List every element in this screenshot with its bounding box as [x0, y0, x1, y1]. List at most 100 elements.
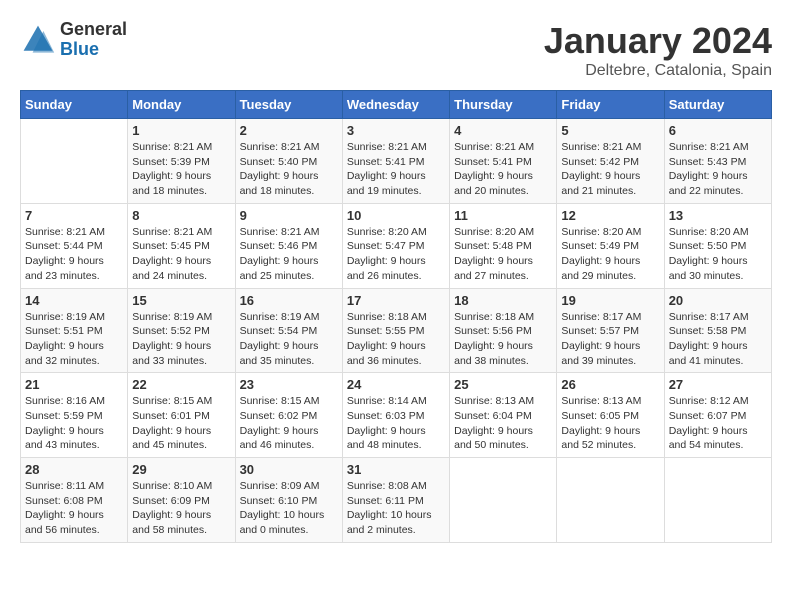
day-cell: 16 Sunrise: 8:19 AMSunset: 5:54 PMDayligh…	[235, 288, 342, 373]
day-info: Sunrise: 8:21 AMSunset: 5:39 PMDaylight:…	[132, 140, 230, 199]
day-number: 18	[454, 293, 552, 308]
day-number: 4	[454, 123, 552, 138]
day-cell	[450, 458, 557, 543]
header-row: SundayMondayTuesdayWednesdayThursdayFrid…	[21, 91, 772, 119]
day-number: 7	[25, 208, 123, 223]
day-number: 15	[132, 293, 230, 308]
day-number: 21	[25, 377, 123, 392]
day-info: Sunrise: 8:21 AMSunset: 5:44 PMDaylight:…	[25, 225, 123, 284]
header-cell-sunday: Sunday	[21, 91, 128, 119]
day-number: 22	[132, 377, 230, 392]
header-cell-tuesday: Tuesday	[235, 91, 342, 119]
day-info: Sunrise: 8:13 AMSunset: 6:04 PMDaylight:…	[454, 394, 552, 453]
week-row-4: 28 Sunrise: 8:11 AMSunset: 6:08 PMDayligh…	[21, 458, 772, 543]
day-info: Sunrise: 8:21 AMSunset: 5:42 PMDaylight:…	[561, 140, 659, 199]
day-number: 16	[240, 293, 338, 308]
day-cell: 19Sunrise: 8:17 AMSunset: 5:57 PMDayligh…	[557, 288, 664, 373]
day-cell: 1 Sunrise: 8:21 AMSunset: 5:39 PMDaylight…	[128, 119, 235, 204]
day-info: Sunrise: 8:17 AMSunset: 5:58 PMDaylight:…	[669, 310, 767, 369]
week-row-3: 21 Sunrise: 8:16 AMSunset: 5:59 PMDayligh…	[21, 373, 772, 458]
day-cell: 26 Sunrise: 8:13 AMSunset: 6:05 PMDayligh…	[557, 373, 664, 458]
day-info: Sunrise: 8:08 AMSunset: 6:11 PMDaylight:…	[347, 479, 445, 538]
day-cell: 13 Sunrise: 8:20 AMSunset: 5:50 PMDayligh…	[664, 203, 771, 288]
day-info: Sunrise: 8:21 AMSunset: 5:41 PMDaylight:…	[454, 140, 552, 199]
day-info: Sunrise: 8:17 AMSunset: 5:57 PMDaylight:…	[561, 310, 659, 369]
day-cell: 28 Sunrise: 8:11 AMSunset: 6:08 PMDayligh…	[21, 458, 128, 543]
day-info: Sunrise: 8:09 AMSunset: 6:10 PMDaylight:…	[240, 479, 338, 538]
day-number: 30	[240, 462, 338, 477]
day-cell: 6Sunrise: 8:21 AMSunset: 5:43 PMDaylight…	[664, 119, 771, 204]
day-info: Sunrise: 8:13 AMSunset: 6:05 PMDaylight:…	[561, 394, 659, 453]
day-info: Sunrise: 8:20 AMSunset: 5:48 PMDaylight:…	[454, 225, 552, 284]
day-cell: 5 Sunrise: 8:21 AMSunset: 5:42 PMDaylight…	[557, 119, 664, 204]
day-info: Sunrise: 8:19 AMSunset: 5:52 PMDaylight:…	[132, 310, 230, 369]
day-cell: 25 Sunrise: 8:13 AMSunset: 6:04 PMDayligh…	[450, 373, 557, 458]
location-title: Deltebre, Catalonia, Spain	[544, 62, 772, 80]
day-info: Sunrise: 8:18 AMSunset: 5:55 PMDaylight:…	[347, 310, 445, 369]
day-number: 12	[561, 208, 659, 223]
day-number: 3	[347, 123, 445, 138]
day-cell: 4 Sunrise: 8:21 AMSunset: 5:41 PMDaylight…	[450, 119, 557, 204]
day-number: 20	[669, 293, 767, 308]
day-cell: 11 Sunrise: 8:20 AMSunset: 5:48 PMDayligh…	[450, 203, 557, 288]
day-cell: 2Sunrise: 8:21 AMSunset: 5:40 PMDaylight…	[235, 119, 342, 204]
day-cell: 23Sunrise: 8:15 AMSunset: 6:02 PMDayligh…	[235, 373, 342, 458]
week-row-2: 14Sunrise: 8:19 AMSunset: 5:51 PMDayligh…	[21, 288, 772, 373]
day-number: 5	[561, 123, 659, 138]
day-info: Sunrise: 8:19 AMSunset: 5:51 PMDaylight:…	[25, 310, 123, 369]
day-info: Sunrise: 8:12 AMSunset: 6:07 PMDaylight:…	[669, 394, 767, 453]
day-info: Sunrise: 8:21 AMSunset: 5:40 PMDaylight:…	[240, 140, 338, 199]
day-info: Sunrise: 8:15 AMSunset: 6:02 PMDaylight:…	[240, 394, 338, 453]
day-info: Sunrise: 8:15 AMSunset: 6:01 PMDaylight:…	[132, 394, 230, 453]
header-cell-monday: Monday	[128, 91, 235, 119]
day-number: 10	[347, 208, 445, 223]
day-cell: 30 Sunrise: 8:09 AMSunset: 6:10 PMDayligh…	[235, 458, 342, 543]
day-info: Sunrise: 8:20 AMSunset: 5:47 PMDaylight:…	[347, 225, 445, 284]
day-info: Sunrise: 8:20 AMSunset: 5:50 PMDaylight:…	[669, 225, 767, 284]
day-info: Sunrise: 8:21 AMSunset: 5:41 PMDaylight:…	[347, 140, 445, 199]
header-cell-wednesday: Wednesday	[342, 91, 449, 119]
week-row-1: 7 Sunrise: 8:21 AMSunset: 5:44 PMDaylight…	[21, 203, 772, 288]
calendar-header: SundayMondayTuesdayWednesdayThursdayFrid…	[21, 91, 772, 119]
logo-text: General Blue	[60, 20, 127, 60]
day-number: 27	[669, 377, 767, 392]
day-cell: 8Sunrise: 8:21 AMSunset: 5:45 PMDaylight…	[128, 203, 235, 288]
day-number: 29	[132, 462, 230, 477]
day-cell: 29 Sunrise: 8:10 AMSunset: 6:09 PMDayligh…	[128, 458, 235, 543]
day-cell: 24Sunrise: 8:14 AMSunset: 6:03 PMDayligh…	[342, 373, 449, 458]
day-cell: 17 Sunrise: 8:18 AMSunset: 5:55 PMDayligh…	[342, 288, 449, 373]
day-number: 9	[240, 208, 338, 223]
calendar-table: SundayMondayTuesdayWednesdayThursdayFrid…	[20, 90, 772, 543]
day-info: Sunrise: 8:19 AMSunset: 5:54 PMDaylight:…	[240, 310, 338, 369]
week-row-0: 1 Sunrise: 8:21 AMSunset: 5:39 PMDaylight…	[21, 119, 772, 204]
day-number: 13	[669, 208, 767, 223]
day-cell: 9 Sunrise: 8:21 AMSunset: 5:46 PMDaylight…	[235, 203, 342, 288]
day-info: Sunrise: 8:21 AMSunset: 5:46 PMDaylight:…	[240, 225, 338, 284]
day-cell: 20 Sunrise: 8:17 AMSunset: 5:58 PMDayligh…	[664, 288, 771, 373]
day-cell	[21, 119, 128, 204]
day-number: 17	[347, 293, 445, 308]
day-number: 31	[347, 462, 445, 477]
day-cell: 18Sunrise: 8:18 AMSunset: 5:56 PMDayligh…	[450, 288, 557, 373]
day-cell: 27 Sunrise: 8:12 AMSunset: 6:07 PMDayligh…	[664, 373, 771, 458]
day-number: 28	[25, 462, 123, 477]
day-number: 24	[347, 377, 445, 392]
day-info: Sunrise: 8:11 AMSunset: 6:08 PMDaylight:…	[25, 479, 123, 538]
day-info: Sunrise: 8:16 AMSunset: 5:59 PMDaylight:…	[25, 394, 123, 453]
header-cell-saturday: Saturday	[664, 91, 771, 119]
day-cell: 12 Sunrise: 8:20 AMSunset: 5:49 PMDayligh…	[557, 203, 664, 288]
header-cell-thursday: Thursday	[450, 91, 557, 119]
day-number: 1	[132, 123, 230, 138]
day-cell: 15 Sunrise: 8:19 AMSunset: 5:52 PMDayligh…	[128, 288, 235, 373]
header: General Blue January 2024 Deltebre, Cata…	[20, 20, 772, 80]
calendar-body: 1 Sunrise: 8:21 AMSunset: 5:39 PMDaylight…	[21, 119, 772, 543]
day-number: 11	[454, 208, 552, 223]
day-info: Sunrise: 8:21 AMSunset: 5:43 PMDaylight:…	[669, 140, 767, 199]
day-cell: 21 Sunrise: 8:16 AMSunset: 5:59 PMDayligh…	[21, 373, 128, 458]
day-number: 25	[454, 377, 552, 392]
day-info: Sunrise: 8:20 AMSunset: 5:49 PMDaylight:…	[561, 225, 659, 284]
month-title: January 2024	[544, 20, 772, 62]
day-number: 26	[561, 377, 659, 392]
day-info: Sunrise: 8:10 AMSunset: 6:09 PMDaylight:…	[132, 479, 230, 538]
day-cell	[664, 458, 771, 543]
